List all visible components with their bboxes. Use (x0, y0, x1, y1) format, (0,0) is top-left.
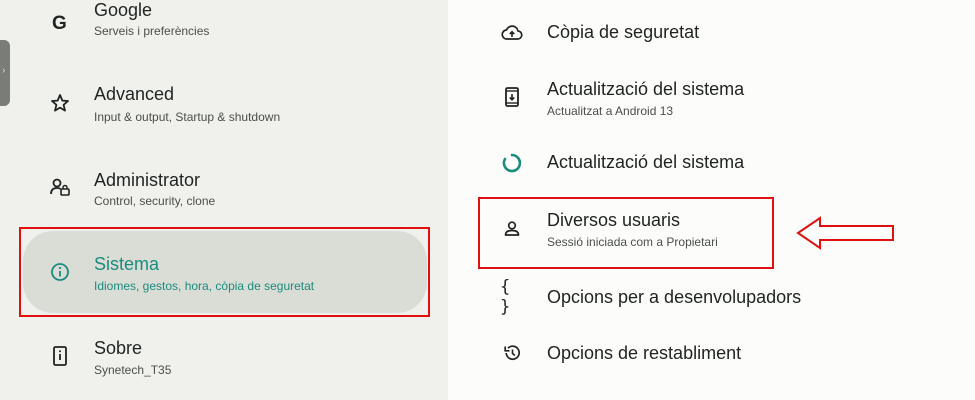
right-item-subtitle: Actualitzat a Android 13 (547, 104, 674, 118)
left-item-title: Advanced (94, 84, 175, 104)
right-item-title: Actualització del sistema (547, 152, 745, 172)
braces-icon: { } (500, 277, 511, 317)
left-item-title: Administrator (94, 170, 201, 190)
history-icon (500, 341, 524, 365)
cloud-upload-icon (500, 21, 524, 45)
right-item-developer-options[interactable]: { } Opcions per a desenvolupadors (448, 277, 975, 320)
left-arrow-annotation-icon (796, 215, 896, 256)
star-outline-icon (48, 91, 72, 115)
left-item-google[interactable]: G Google Serveis i preferències (0, 0, 448, 72)
left-item-administrator[interactable]: Administrator Control, security, clone (0, 148, 448, 228)
right-item-title: Opcions per a desenvolupadors (547, 287, 802, 307)
right-item-system-update[interactable]: Actualització del sistema Actualitzat a … (448, 72, 975, 128)
left-item-sobre[interactable]: Sobre Synetech_T35 (0, 318, 448, 398)
google-g-icon: G (48, 10, 72, 34)
right-item-title: Opcions de restabliment (547, 343, 742, 363)
system-update-icon (500, 85, 524, 109)
left-item-subtitle: Serveis i preferències (94, 24, 210, 38)
highlight-box-users (478, 197, 774, 269)
left-item-advanced[interactable]: Advanced Input & output, Startup & shutd… (0, 64, 448, 144)
right-item-reset-options[interactable]: Opcions de restabliment (448, 334, 975, 374)
right-item-system-update-2[interactable]: Actualització del sistema (448, 140, 975, 188)
left-item-title: Google (94, 0, 153, 20)
tablet-info-icon (48, 344, 72, 368)
left-item-subtitle: Synetech_T35 (94, 363, 172, 377)
svg-text:G: G (52, 13, 67, 33)
right-item-title: Còpia de seguretat (547, 22, 700, 42)
update-ring-icon (500, 151, 524, 175)
left-item-subtitle: Input & output, Startup & shutdown (94, 110, 281, 124)
left-item-subtitle: Control, security, clone (94, 194, 216, 208)
right-item-title: Actualització del sistema (547, 79, 745, 99)
admin-lock-icon (48, 175, 72, 199)
left-item-title: Sobre (94, 338, 143, 358)
highlight-box-sistema (19, 227, 430, 317)
right-item-backup[interactable]: Còpia de seguretat (448, 8, 975, 60)
